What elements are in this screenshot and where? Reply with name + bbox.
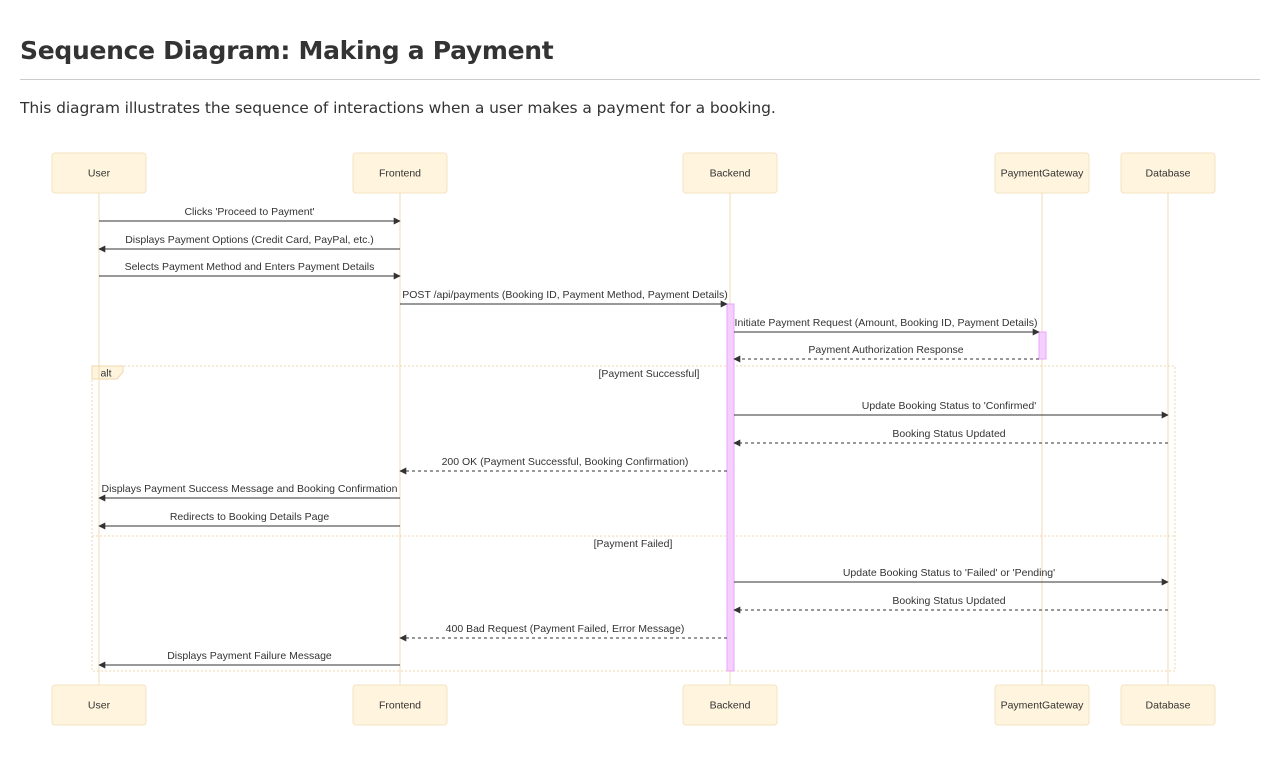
message-label: Clicks 'Proceed to Payment' [184,206,314,218]
alt-section-condition: [Payment Successful] [599,368,700,380]
message-5: Initiate Payment Request (Amount, Bookin… [734,317,1040,336]
message-10: Displays Payment Success Message and Boo… [98,483,400,502]
message-label: Redirects to Booking Details Page [170,511,329,523]
actor-label: PaymentGateway [1001,700,1085,712]
message-label: Update Booking Status to 'Failed' or 'Pe… [843,567,1055,579]
actor-top-frontend: Frontend [352,152,448,194]
actor-label: Database [1146,700,1191,712]
message-3: Selects Payment Method and Enters Paymen… [99,261,401,280]
message-label: Selects Payment Method and Enters Paymen… [125,261,375,273]
message-label: Update Booking Status to 'Confirmed' [862,400,1036,412]
message-label: Displays Payment Failure Message [167,650,332,662]
actor-label: User [88,700,111,712]
message-9: 200 OK (Payment Successful, Booking Conf… [399,456,727,475]
message-14: 400 Bad Request (Payment Failed, Error M… [399,623,727,642]
sequence-diagram: alt [Payment Successful][Payment Failed] … [51,152,1216,726]
actor-label: PaymentGateway [1001,168,1085,180]
message-8: Booking Status Updated [733,428,1168,447]
actor-bottom-paymentgateway: PaymentGateway [994,684,1090,726]
message-label: 200 OK (Payment Successful, Booking Conf… [442,456,689,468]
message-label: 400 Bad Request (Payment Failed, Error M… [446,623,685,635]
message-label: Displays Payment Options (Credit Card, P… [125,234,374,246]
actor-bottom-database: Database [1120,684,1216,726]
message-6: Payment Authorization Response [733,344,1039,363]
actor-top-user: User [51,152,147,194]
message-label: Booking Status Updated [892,595,1005,607]
actor-label: Backend [710,700,751,712]
actor-bottom-user: User [51,684,147,726]
message-2: Displays Payment Options (Credit Card, P… [98,234,400,253]
message-11: Redirects to Booking Details Page [98,511,400,530]
alt-section-condition: [Payment Failed] [594,538,673,550]
alt-frame-label: alt [100,368,111,380]
actor-bottom-backend: Backend [682,684,778,726]
backend-activation-bar [726,303,735,672]
message-7: Update Booking Status to 'Confirmed' [734,400,1169,419]
actor-top-paymentgateway: PaymentGateway [994,152,1090,194]
message-4: POST /api/payments (Booking ID, Payment … [400,289,728,308]
actor-label: Frontend [379,168,421,180]
actor-label: User [88,168,111,180]
message-12: Update Booking Status to 'Failed' or 'Pe… [734,567,1169,586]
paymentgateway-activation-bar [1038,331,1047,360]
actor-label: Frontend [379,700,421,712]
message-1: Clicks 'Proceed to Payment' [99,206,401,225]
actor-label: Backend [710,168,751,180]
message-label: POST /api/payments (Booking ID, Payment … [402,289,727,301]
message-label: Initiate Payment Request (Amount, Bookin… [735,317,1038,329]
message-15: Displays Payment Failure Message [98,650,400,669]
actor-top-database: Database [1120,152,1216,194]
message-13: Booking Status Updated [733,595,1168,614]
actor-bottom-frontend: Frontend [352,684,448,726]
actor-label: Database [1146,168,1191,180]
message-label: Payment Authorization Response [808,344,963,356]
actor-top-backend: Backend [682,152,778,194]
message-label: Booking Status Updated [892,428,1005,440]
message-label: Displays Payment Success Message and Boo… [102,483,398,495]
